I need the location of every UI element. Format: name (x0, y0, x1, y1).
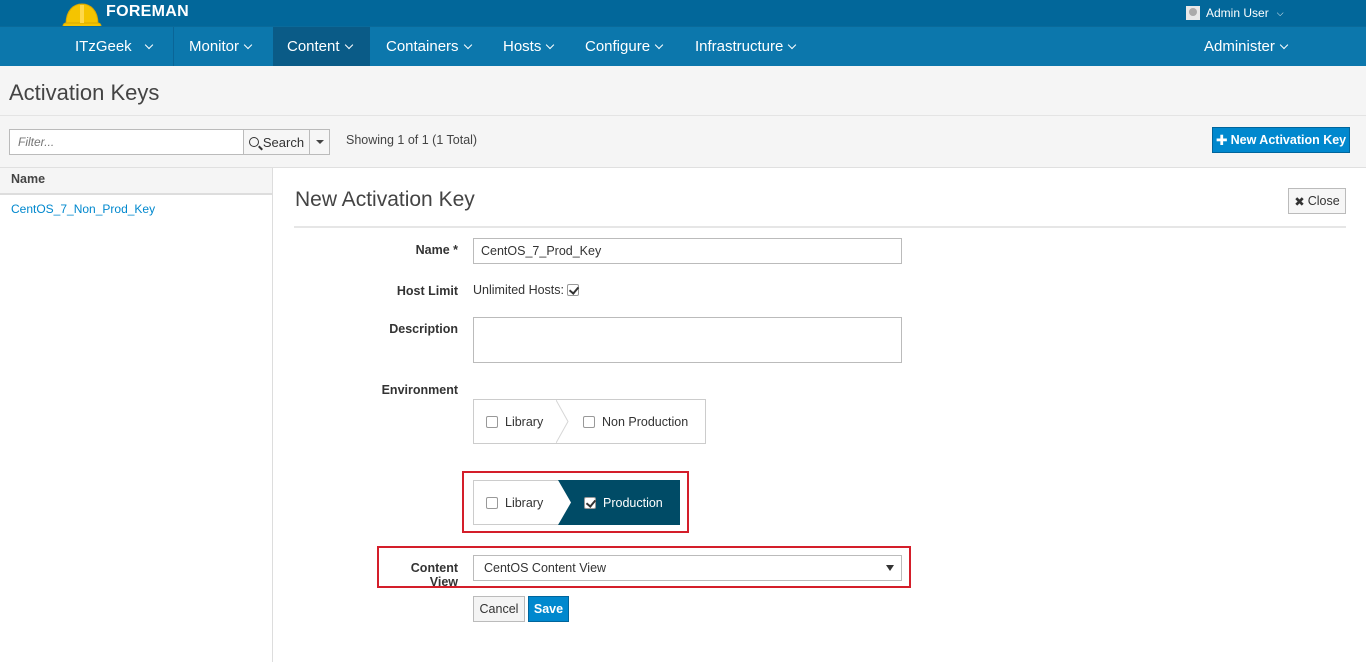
search-options-dropdown[interactable] (309, 129, 330, 155)
chevron-down-icon (144, 40, 153, 50)
list-item[interactable]: CentOS_7_Non_Prod_Key (11, 202, 155, 216)
results-count: Showing 1 of 1 (1 Total) (346, 133, 478, 147)
chevron-down-icon (344, 40, 353, 50)
nav-administer[interactable]: Administer (1190, 27, 1301, 67)
close-button[interactable]: ✖ Close (1288, 188, 1346, 214)
unlimited-hosts-field: Unlimited Hosts: (473, 283, 579, 297)
search-icon (248, 137, 259, 147)
nav-hosts[interactable]: Hosts (489, 27, 567, 67)
form-title: New Activation Key (295, 188, 475, 211)
environment-path-production: Library Production (473, 480, 680, 525)
name-input[interactable] (473, 238, 902, 264)
plus-icon: ✚ (1215, 131, 1228, 148)
content-view-label: Content View (410, 561, 458, 589)
avatar (1186, 6, 1200, 20)
nav-org-selector[interactable]: ITzGeek (61, 27, 166, 67)
user-name: Admin User (1206, 6, 1269, 20)
page-title: Activation Keys (9, 80, 160, 105)
unlimited-hosts-checkbox[interactable] (567, 284, 579, 296)
list-column-header-name[interactable]: Name (0, 168, 272, 195)
new-activation-key-button[interactable]: ✚ New Activation Key (1212, 127, 1350, 153)
env-checkbox-non-production[interactable] (583, 415, 595, 428)
activation-key-list (0, 168, 273, 662)
description-textarea[interactable] (473, 317, 902, 363)
env-checkbox-library[interactable] (486, 496, 498, 509)
nav-infrastructure[interactable]: Infrastructure (681, 27, 809, 67)
nav-monitor[interactable]: Monitor (175, 27, 265, 67)
chevron-down-icon (788, 40, 797, 50)
chevron-down-icon (243, 40, 253, 50)
description-label: Description (389, 322, 458, 336)
user-menu[interactable]: Admin User ⌵ (1186, 6, 1284, 20)
name-label: Name * (415, 243, 458, 257)
environment-path-non-production: Library Non Production (473, 399, 706, 444)
save-button[interactable]: Save (528, 596, 569, 622)
chevron-down-icon (546, 40, 555, 50)
chevron-down-icon: ⌵ (1276, 7, 1284, 18)
main-nav: ITzGeek Monitor Content Containers Hosts… (0, 26, 1366, 67)
close-icon: ✖ (1294, 194, 1305, 209)
chevron-down-icon (654, 40, 664, 50)
nav-divider (173, 27, 174, 67)
dropdown-arrow-icon (886, 565, 894, 571)
nav-content[interactable]: Content (273, 27, 370, 67)
host-limit-label: Host Limit (396, 284, 458, 298)
env-node-library[interactable]: Library (486, 400, 543, 443)
nav-configure[interactable]: Configure (571, 27, 676, 67)
nav-containers[interactable]: Containers (372, 27, 485, 67)
env-checkbox-production[interactable] (584, 496, 596, 509)
env-checkbox-library[interactable] (486, 415, 498, 428)
path-arrow-icon (556, 400, 569, 443)
page-header (0, 66, 1366, 116)
environment-label: Environment (381, 383, 458, 397)
top-bar (0, 0, 1366, 26)
search-button[interactable]: Search (243, 129, 310, 155)
env-node-production[interactable]: Production (584, 481, 663, 524)
env-node-non-production[interactable]: Non Production (583, 400, 688, 443)
cancel-button[interactable]: Cancel (473, 596, 525, 622)
brand-name[interactable]: FOREMAN (106, 3, 189, 21)
chevron-down-icon (463, 40, 472, 50)
env-node-library[interactable]: Library (486, 481, 543, 524)
filter-input[interactable] (9, 129, 244, 155)
chevron-down-icon (1279, 40, 1289, 50)
content-view-select[interactable]: CentOS Content View (473, 555, 902, 581)
form-divider (294, 226, 1346, 228)
